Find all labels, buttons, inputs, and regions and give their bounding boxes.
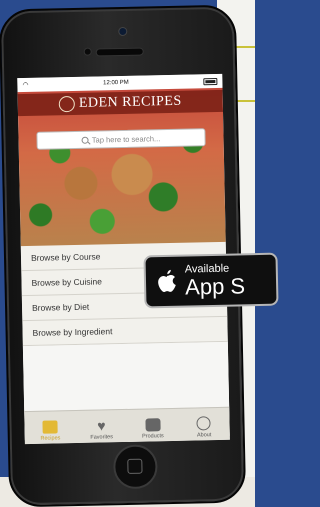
apple-icon bbox=[158, 269, 176, 292]
brand-header: EDEN RECIPES bbox=[17, 89, 224, 117]
badge-line2: App S bbox=[184, 272, 246, 300]
list-item-label: Browse by Course bbox=[30, 251, 101, 263]
camera-lens bbox=[118, 26, 128, 37]
tab-favorites[interactable]: ♥ Favorites bbox=[77, 417, 125, 441]
search-icon bbox=[81, 136, 89, 144]
hero-image: EDEN RECIPES Tap here to search... bbox=[17, 87, 226, 247]
search-placeholder: Tap here to search... bbox=[91, 133, 161, 145]
badge-text: Available App S bbox=[184, 262, 246, 300]
eden-logo-icon bbox=[58, 95, 76, 113]
status-time: 12:00 PM bbox=[103, 79, 129, 87]
folder-icon bbox=[42, 420, 58, 434]
tab-recipes[interactable]: Recipes bbox=[26, 420, 74, 442]
app-store-badge[interactable]: Available App S bbox=[143, 252, 279, 309]
earpiece-speaker bbox=[95, 47, 144, 57]
proximity-sensor bbox=[83, 47, 92, 56]
tab-label: About bbox=[196, 432, 212, 439]
home-button[interactable] bbox=[112, 444, 158, 490]
tab-label: Recipes bbox=[40, 435, 61, 442]
search-input[interactable]: Tap here to search... bbox=[36, 128, 206, 150]
tab-label: Products bbox=[141, 433, 164, 440]
list-item-label: Browse by Ingredient bbox=[32, 326, 113, 338]
heart-icon: ♥ bbox=[97, 417, 106, 434]
list-item-label: Browse by Cuisine bbox=[31, 276, 103, 288]
battery-icon bbox=[203, 77, 218, 85]
about-icon bbox=[196, 416, 212, 431]
tab-bar: Recipes ♥ Favorites Products About bbox=[24, 406, 230, 445]
tab-label: Favorites bbox=[90, 434, 114, 441]
tab-products[interactable]: Products bbox=[129, 418, 177, 440]
brand-title: EDEN RECIPES bbox=[78, 93, 182, 111]
list-item-label: Browse by Diet bbox=[31, 301, 90, 313]
products-icon bbox=[145, 418, 161, 432]
wifi-icon: ◠ bbox=[22, 81, 29, 90]
tab-about[interactable]: About bbox=[180, 416, 228, 439]
